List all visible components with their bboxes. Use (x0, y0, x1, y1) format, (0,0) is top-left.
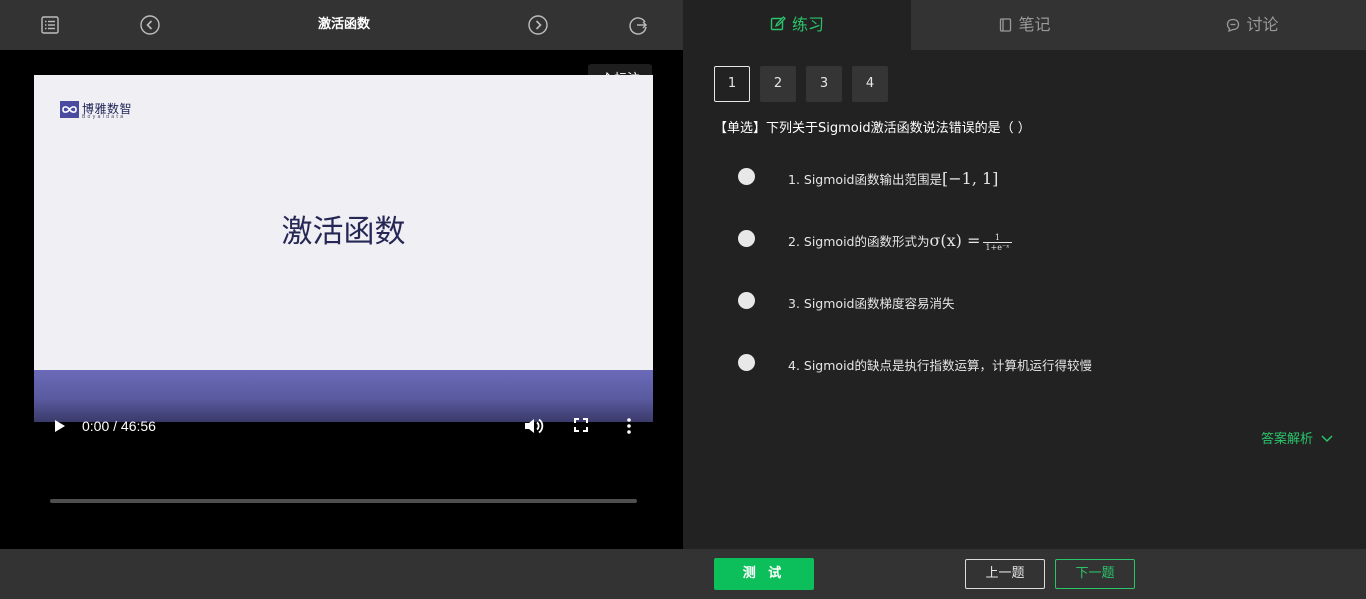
video-controls: 0:00 / 46:56 (34, 405, 653, 455)
option-1-text: 1. Sigmoid函数输出范围是[−1, 1] (788, 169, 998, 188)
answer-analysis-toggle[interactable]: 答案解析 (1261, 428, 1333, 447)
question-number-2[interactable]: 2 (760, 66, 796, 102)
question-text: 【单选】下列关于Sigmoid激活函数说法错误的是（ ） (714, 121, 1031, 136)
option-2-radio[interactable] (738, 230, 755, 247)
option-4-radio[interactable] (738, 354, 755, 371)
player-topbar: 激活函数 (0, 0, 683, 50)
time-display: 0:00 / 46:56 (82, 418, 156, 434)
logo-subtitle: BoyaIdata (82, 114, 126, 120)
option-2-math: σ(x) = (929, 231, 981, 250)
option-1-label: 1. Sigmoid函数输出范围是 (788, 172, 942, 187)
fraction-numerator: 1 (983, 233, 1012, 243)
volume-icon[interactable] (523, 416, 545, 436)
tab-discussion[interactable]: 讨论 (1139, 0, 1366, 50)
tab-notes[interactable]: 笔记 (911, 0, 1139, 50)
lesson-title: 激活函数 (317, 17, 370, 32)
test-button[interactable]: 测 试 (714, 558, 814, 590)
chat-icon (1227, 18, 1240, 33)
tab-bar: 练习 笔记 讨论 (683, 0, 1366, 50)
fraction-denominator: 1+e⁻ˣ (985, 243, 1010, 252)
answer-analysis-label: 答案解析 (1261, 432, 1314, 447)
tab-practice[interactable]: 练习 (683, 0, 911, 50)
chevron-down-icon (1321, 435, 1333, 443)
previous-question-button[interactable]: 上一题 (965, 559, 1045, 589)
tab-notes-label: 笔记 (1018, 15, 1051, 34)
edit-icon (770, 16, 786, 31)
slide-title: 激活函数 (281, 214, 406, 250)
option-3-radio[interactable] (738, 292, 755, 309)
lecture-slide: 博雅数智 BoyaIdata 激活函数 (34, 75, 653, 422)
question-number-1[interactable]: 1 (714, 66, 750, 102)
option-2-label: 2. Sigmoid的函数形式为 (788, 234, 930, 249)
option-2-fraction: 1 1+e⁻ˣ (983, 233, 1012, 252)
video-progress-bar[interactable] (50, 499, 637, 503)
play-icon[interactable] (52, 418, 68, 434)
option-4-text: 4. Sigmoid的缺点是执行指数运算，计算机运行得较慢 (788, 358, 1092, 373)
player-bottombar (0, 549, 683, 599)
next-question-button[interactable]: 下一题 (1055, 559, 1135, 589)
option-1-radio[interactable] (738, 168, 755, 185)
fullscreen-icon[interactable] (573, 417, 589, 433)
tab-discussion-label: 讨论 (1246, 15, 1279, 34)
notebook-icon (1000, 18, 1012, 32)
infinity-logo-icon (60, 101, 79, 118)
next-lesson-icon[interactable] (527, 14, 549, 36)
option-1-math: [−1, 1] (941, 169, 999, 188)
question-number-3[interactable]: 3 (806, 66, 842, 102)
previous-lesson-icon[interactable] (139, 14, 161, 36)
option-3-text: 3. Sigmoid函数梯度容易消失 (788, 296, 955, 311)
more-options-icon[interactable] (622, 416, 636, 436)
option-2-text: 2. Sigmoid的函数形式为σ(x) = 1 1+e⁻ˣ (788, 231, 1012, 252)
question-number-4[interactable]: 4 (852, 66, 888, 102)
catalog-icon[interactable] (39, 14, 61, 36)
share-icon[interactable] (627, 14, 649, 36)
tab-practice-label: 练习 (791, 15, 824, 34)
